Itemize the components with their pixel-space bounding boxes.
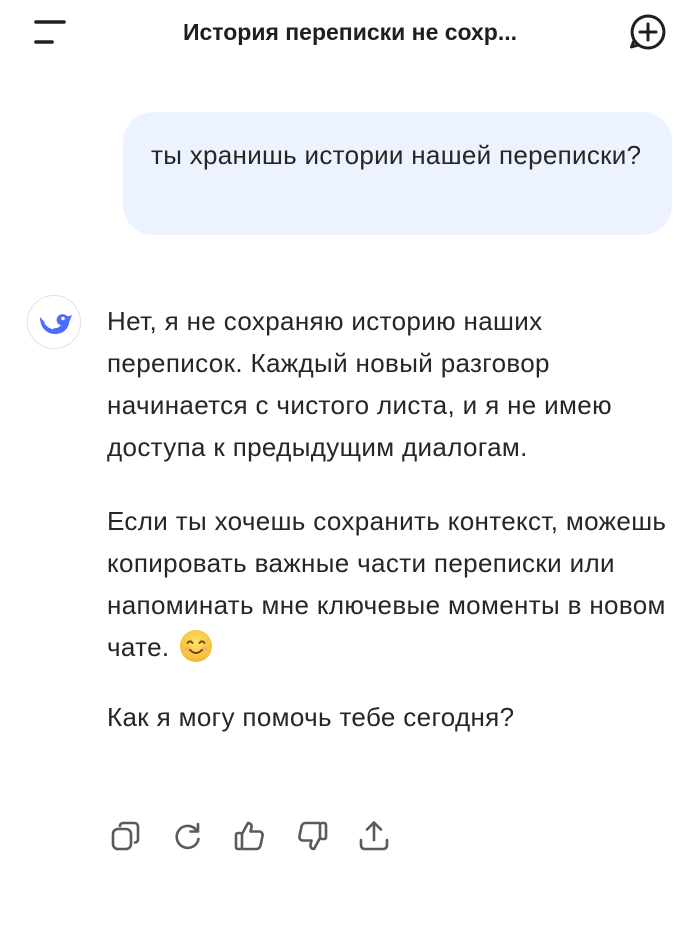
assistant-paragraph: Если ты хочешь сохранить контекст, можеш…	[107, 500, 677, 668]
chat-header: История переписки не сохр...	[0, 0, 700, 64]
user-message-bubble: ты хранишь истории нашей переписки?	[123, 112, 672, 235]
chat-title: История переписки не сохр...	[182, 19, 518, 45]
deepseek-whale-logo	[40, 314, 72, 334]
smiling-face-emoji-icon	[180, 630, 213, 662]
assistant-paragraph: Нет, я не сохраняю историю наших перепис…	[107, 306, 612, 462]
assistant-avatar	[27, 295, 81, 349]
regenerate-icon	[175, 822, 200, 850]
copy-button[interactable]	[108, 818, 144, 854]
plus-circle-icon	[630, 14, 666, 50]
thumbs-down-icon	[298, 821, 328, 851]
share-button[interactable]	[356, 818, 392, 854]
dislike-button[interactable]	[294, 818, 330, 854]
like-button[interactable]	[232, 818, 268, 854]
assistant-message: Нет, я не сохраняю историю наших перепис…	[107, 300, 677, 738]
regenerate-button[interactable]	[170, 818, 206, 854]
share-icon	[359, 821, 389, 851]
thumbs-up-icon	[234, 821, 264, 851]
menu-button[interactable]	[28, 14, 72, 50]
copy-icon	[111, 821, 140, 851]
new-chat-button[interactable]	[626, 12, 670, 52]
menu-icon	[34, 20, 66, 44]
assistant-paragraph: Как я могу помочь тебе сегодня?	[107, 702, 515, 732]
user-message-text: ты хранишь истории нашей переписки?	[151, 140, 642, 170]
